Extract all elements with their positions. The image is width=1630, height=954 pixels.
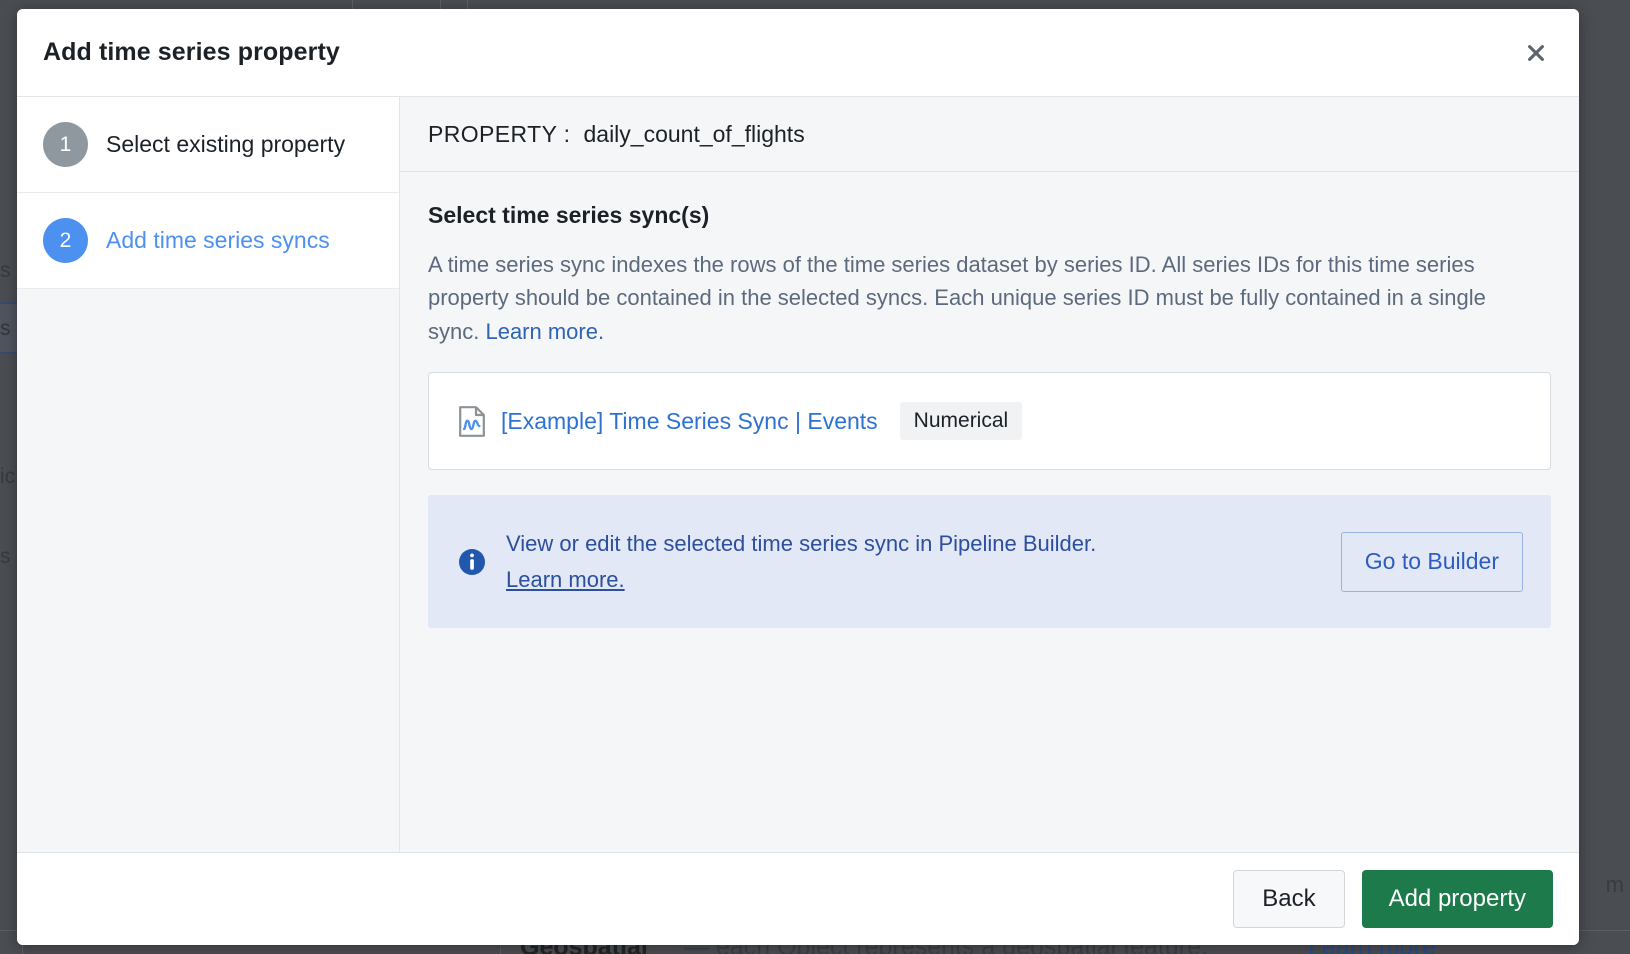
step-label: Add time series syncs bbox=[106, 226, 330, 253]
step-item-add-time-series-syncs[interactable]: 2 Add time series syncs bbox=[17, 193, 399, 289]
section-description: A time series sync indexes the rows of t… bbox=[428, 248, 1523, 348]
sync-name-link[interactable]: [Example] Time Series Sync | Events bbox=[501, 408, 878, 435]
section-heading: Select time series sync(s) bbox=[428, 202, 710, 228]
add-property-button[interactable]: Add property bbox=[1361, 870, 1553, 928]
callout-message: View or edit the selected time series sy… bbox=[506, 531, 1097, 557]
steps-sidebar-filler bbox=[17, 289, 399, 852]
time-series-sync-card[interactable]: [Example] Time Series Sync | Events Nume… bbox=[428, 372, 1551, 471]
background-left-fragment: ic bbox=[0, 465, 16, 488]
background-left-fragment: s bbox=[0, 545, 11, 568]
back-button[interactable]: Back bbox=[1233, 870, 1345, 928]
property-bar: PROPERTY : daily_count_of_flights bbox=[400, 97, 1579, 172]
step-number-badge: 2 bbox=[43, 218, 88, 263]
panel-content: Select time series sync(s) A time series… bbox=[400, 172, 1579, 852]
background-right-fragment: m bbox=[1605, 872, 1624, 897]
background-left-fragment: s bbox=[0, 259, 11, 282]
sync-type-badge: Numerical bbox=[899, 402, 1023, 441]
time-series-file-icon bbox=[459, 405, 485, 437]
add-time-series-property-dialog: Add time series property 1 Select existi… bbox=[17, 9, 1579, 945]
step-label: Select existing property bbox=[106, 130, 346, 157]
step-item-select-existing-property[interactable]: 1 Select existing property bbox=[17, 97, 399, 193]
go-to-builder-button[interactable]: Go to Builder bbox=[1340, 531, 1523, 592]
pipeline-builder-callout: View or edit the selected time series sy… bbox=[428, 495, 1551, 629]
step-number-badge: 1 bbox=[43, 122, 88, 167]
dialog-main-panel: PROPERTY : daily_count_of_flights Select… bbox=[400, 97, 1579, 852]
dialog-footer: Back Add property bbox=[17, 852, 1579, 945]
dialog-title: Add time series property bbox=[43, 38, 340, 66]
dialog-header: Add time series property bbox=[17, 9, 1579, 97]
learn-more-link[interactable]: Learn more. bbox=[485, 319, 604, 344]
callout-learn-more-link[interactable]: Learn more. bbox=[506, 563, 625, 596]
callout-text: View or edit the selected time series sy… bbox=[506, 527, 1321, 596]
property-bar-value: daily_count_of_flights bbox=[583, 120, 805, 147]
info-icon bbox=[459, 548, 485, 575]
dialog-body: 1 Select existing property 2 Add time se… bbox=[17, 97, 1579, 852]
close-icon[interactable] bbox=[1519, 36, 1553, 70]
property-bar-label: PROPERTY : bbox=[428, 120, 571, 147]
steps-sidebar: 1 Select existing property 2 Add time se… bbox=[17, 97, 400, 852]
